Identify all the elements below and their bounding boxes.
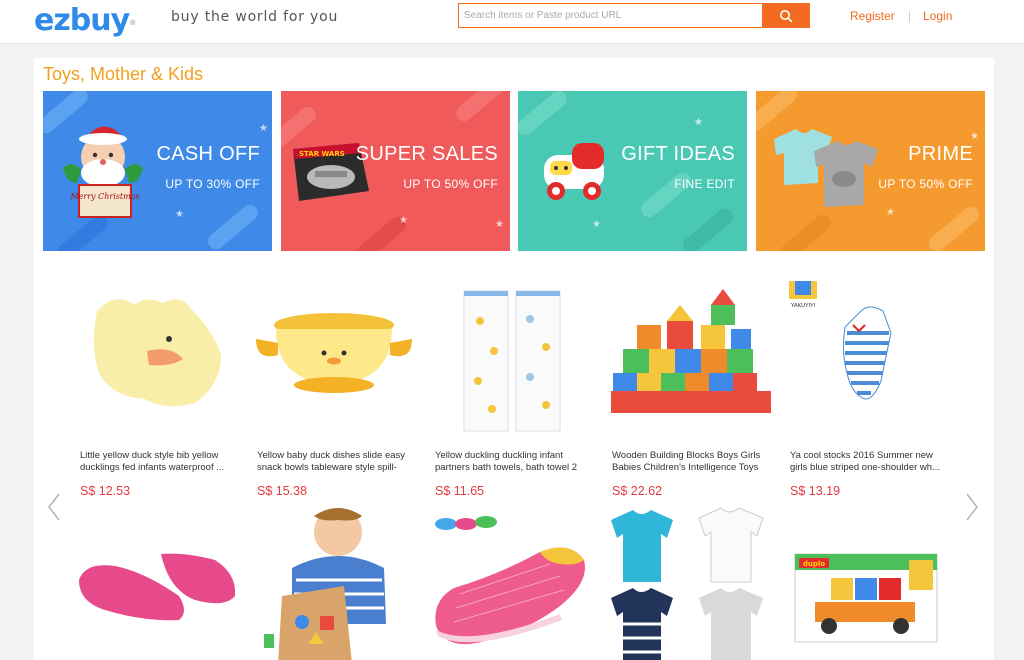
- product-image-duck-bib: [93, 299, 221, 407]
- search-input[interactable]: [458, 3, 763, 28]
- lego-brand-text: duplo: [803, 560, 825, 568]
- banner-headline: CASH OFF: [156, 143, 260, 165]
- login-link[interactable]: Login: [923, 9, 952, 23]
- product-name: Ya cool stocks 2016 Summer new girls blu…: [790, 450, 940, 473]
- product-price: S$ 13.19: [790, 484, 841, 498]
- product-card[interactable]: [607, 504, 772, 660]
- banner-gift-ideas[interactable]: ★ ★ GIFT IDEAS FINE EDIT: [518, 91, 747, 251]
- banner-subtitle: FINE EDIT: [674, 177, 735, 191]
- search-icon: [780, 9, 793, 22]
- santa-sign-text: Merry Christmas: [69, 192, 139, 201]
- carousel-next-arrow-icon[interactable]: [964, 492, 980, 522]
- product-image-swimsuit: YAKUYIYI: [789, 281, 892, 400]
- banner-headline: GIFT IDEAS: [621, 143, 735, 165]
- tagline: buy the world for you: [171, 9, 339, 25]
- product-image-lego-duplo: duplo: [794, 553, 938, 643]
- product-image-baby-shape-sorter: [264, 508, 386, 660]
- toy-car-image: [544, 143, 604, 200]
- banner-headline: PRIME: [908, 143, 973, 165]
- banner-super-sales[interactable]: ★ ★ STAR WARS SUPER SALES UP TO 50% OFF: [281, 91, 510, 251]
- product-price: S$ 12.53: [80, 484, 131, 498]
- santa-toy-image: Merry Christmas: [63, 126, 143, 218]
- product-name: Little yellow duck style bib yellow duck…: [80, 450, 225, 473]
- product-card[interactable]: [252, 504, 417, 660]
- product-image-pink-shoes: [79, 553, 236, 627]
- product-card[interactable]: [75, 504, 240, 660]
- product-card[interactable]: duplo: [785, 504, 950, 660]
- product-price: S$ 15.38: [257, 484, 308, 498]
- banner-cash-off[interactable]: ★ ★ Merry Christmas CASH OFF UP TO 30% O…: [43, 91, 272, 251]
- product-card[interactable]: [430, 504, 595, 660]
- product-price: S$ 22.62: [612, 484, 663, 498]
- search-button[interactable]: [762, 3, 810, 28]
- product-image-bath-towels: [463, 290, 561, 432]
- banner-prime[interactable]: ★ ★ PRIME UP TO 50% OFF: [756, 91, 985, 251]
- product-image-wooden-blocks: [611, 289, 771, 413]
- ezbuy-logo[interactable]: ezbuy®: [34, 3, 136, 38]
- brand-badge-text: YAKUYIYI: [790, 303, 816, 309]
- logo-text: ezbuy: [34, 3, 130, 38]
- product-image-polo-shirts: [611, 507, 764, 660]
- product-name: Wooden Building Blocks Boys Girls Babies…: [612, 450, 761, 473]
- product-image-pink-sneaker: [435, 516, 585, 645]
- section-title: Toys, Mother & Kids: [43, 64, 204, 84]
- baby-tshirts-image: [774, 129, 878, 207]
- product-price: S$ 11.65: [435, 484, 485, 498]
- product-name: Yellow duckling duckling infant partners…: [435, 450, 578, 473]
- nav-separator: |: [908, 9, 912, 23]
- registered-mark: ®: [129, 19, 136, 27]
- register-link[interactable]: Register: [850, 9, 895, 23]
- starwars-box-text: STAR WARS: [299, 150, 345, 158]
- banner-subtitle: UP TO 50% OFF: [403, 177, 498, 191]
- top-header: ezbuy® buy the world for you Register | …: [0, 0, 1024, 44]
- product-image-duck-bowl: [256, 313, 412, 393]
- product-name: Yellow baby duck dishes slide easy snack…: [257, 450, 406, 473]
- carousel-prev-arrow-icon[interactable]: [46, 492, 62, 522]
- banner-subtitle: UP TO 30% OFF: [165, 177, 260, 191]
- category-panel: Toys, Mother & Kids ★ ★ Merry Christmas …: [34, 58, 994, 660]
- banner-headline: SUPER SALES: [355, 143, 498, 165]
- banner-subtitle: UP TO 50% OFF: [878, 177, 973, 191]
